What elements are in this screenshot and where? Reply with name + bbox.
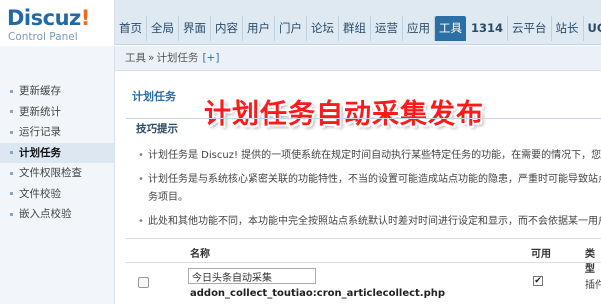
available-checkbox[interactable]: ✔ (533, 276, 543, 286)
tip-text: 计划任务是 Discuz! 提供的一项使系统在规定时间自动执行某些特定任务的功能… (148, 150, 601, 161)
sidebar-item-label: 更新缓存 (19, 85, 61, 97)
sidebar-item-hook-check[interactable]: 嵌入点校验 (0, 204, 114, 225)
main-content: 计划任务 计划任务自动采集发布 技巧提示 • 计划任务是 Discuz! 提供的一… (116, 72, 601, 304)
sidebar-item-label: 文件校验 (19, 187, 61, 200)
bullet-icon (10, 192, 13, 195)
logo-subtitle: Control Panel (8, 31, 78, 43)
sidebar: 更新缓存 更新统计 运行记录 计划任务 文件权限检查 文件校验 嵌入点校验 (0, 46, 115, 304)
column-header-available: 可用 (531, 249, 551, 260)
tip-item: • 计划任务是 Discuz! 提供的一项使系统在规定时间自动执行某些特定任务的功… (126, 147, 601, 165)
nav-uc[interactable]: UC (584, 16, 601, 41)
bullet-icon (10, 171, 13, 175)
task-type: 插件 (585, 280, 601, 291)
logo-text: Discuz! (7, 6, 90, 30)
discuz-logo[interactable]: Discuz! Control Panel (0, 0, 115, 45)
row-select-checkbox[interactable] (138, 277, 149, 288)
top-navigation: 首页 全局 界面 内容 用户 门户 论坛 群组 运营 应用 工具 1314 云平… (115, 16, 601, 41)
column-header-name: 名称 (190, 249, 210, 260)
nav-forum[interactable]: 论坛 (307, 16, 339, 41)
top-header: Discuz! Control Panel 首页 全局 界面 内容 用户 门户 … (0, 0, 601, 45)
tip-text: 此处和其他功能不同，本功能中完全按照站点系统默认时差对时间进行设定和显示，而不会… (148, 216, 601, 227)
nav-apps[interactable]: 应用 (403, 16, 435, 41)
nav-users[interactable]: 用户 (243, 16, 275, 41)
nav-content[interactable]: 内容 (211, 16, 243, 41)
nav-interface[interactable]: 界面 (179, 16, 211, 41)
bullet-icon (10, 110, 13, 113)
tip-item: • 此处和其他功能不同，本功能中完全按照站点系统默认时差对时间进行设定和显示，而不… (126, 213, 601, 231)
bullet-icon (10, 151, 13, 154)
sidebar-item-label: 文件权限检查 (19, 167, 82, 179)
breadcrumb-current: 计划任务 (156, 52, 199, 64)
bullet-icon: • (138, 216, 144, 227)
table-header: 名称 可用 类型 (126, 238, 601, 275)
bullet-icon: • (138, 150, 144, 161)
nav-1314[interactable]: 1314 (467, 16, 509, 41)
bullet-icon (10, 130, 13, 134)
sidebar-item-update-stats[interactable]: 更新统计 (0, 102, 114, 123)
sidebar-item-label: 运行记录 (19, 126, 61, 138)
tip-item: • 计划任务是与系统核心紧密关联的功能特性，不当的设置可能造成站点功能的隐患，严重… (126, 171, 601, 189)
nav-tools[interactable]: 工具 (435, 16, 466, 41)
nav-cloud[interactable]: 云平台 (508, 16, 552, 41)
breadcrumb-parent[interactable]: 工具 (125, 52, 146, 64)
tips-header: 技巧提示 (126, 118, 601, 138)
sidebar-item-run-log[interactable]: 运行记录 (0, 122, 114, 143)
breadcrumb-separator: » (148, 52, 155, 64)
sidebar-item-label: 计划任务 (19, 146, 61, 159)
tip-text: 计划任务是与系统核心紧密关联的功能特性，不当的设置可能造成站点功能的隐患，严重时… (148, 174, 601, 185)
sidebar-item-label: 嵌入点校验 (19, 208, 72, 220)
bullet-icon (10, 89, 13, 93)
task-script-file: addon_collect_toutiao:cron_articlecollec… (190, 288, 446, 299)
task-name-input[interactable] (188, 268, 316, 284)
breadcrumb: 工具» 计划任务 [+] (115, 46, 601, 71)
nav-webmaster[interactable]: 站长 (552, 16, 584, 41)
nav-global[interactable]: 全局 (147, 16, 179, 41)
sidebar-item-label: 更新统计 (19, 105, 61, 118)
section-title: 计划任务 (132, 90, 176, 103)
tip-item-continuation: 务项目。 (148, 192, 188, 203)
bullet-icon (10, 212, 13, 216)
sidebar-item-file-permissions[interactable]: 文件权限检查 (0, 163, 114, 184)
sidebar-item-update-cache[interactable]: 更新缓存 (0, 81, 114, 102)
sidebar-item-file-check[interactable]: 文件校验 (0, 184, 114, 205)
bullet-icon: • (138, 174, 144, 185)
sidebar-item-cron-tasks[interactable]: 计划任务 (0, 142, 114, 163)
nav-operations[interactable]: 运营 (371, 16, 403, 41)
nav-home[interactable]: 首页 (115, 16, 147, 41)
nav-groups[interactable]: 群组 (339, 16, 371, 41)
nav-portal[interactable]: 门户 (275, 16, 307, 41)
add-to-favorites-link[interactable]: [+] (202, 52, 219, 64)
table-row: addon_collect_toutiao:cron_articlecollec… (126, 264, 601, 304)
